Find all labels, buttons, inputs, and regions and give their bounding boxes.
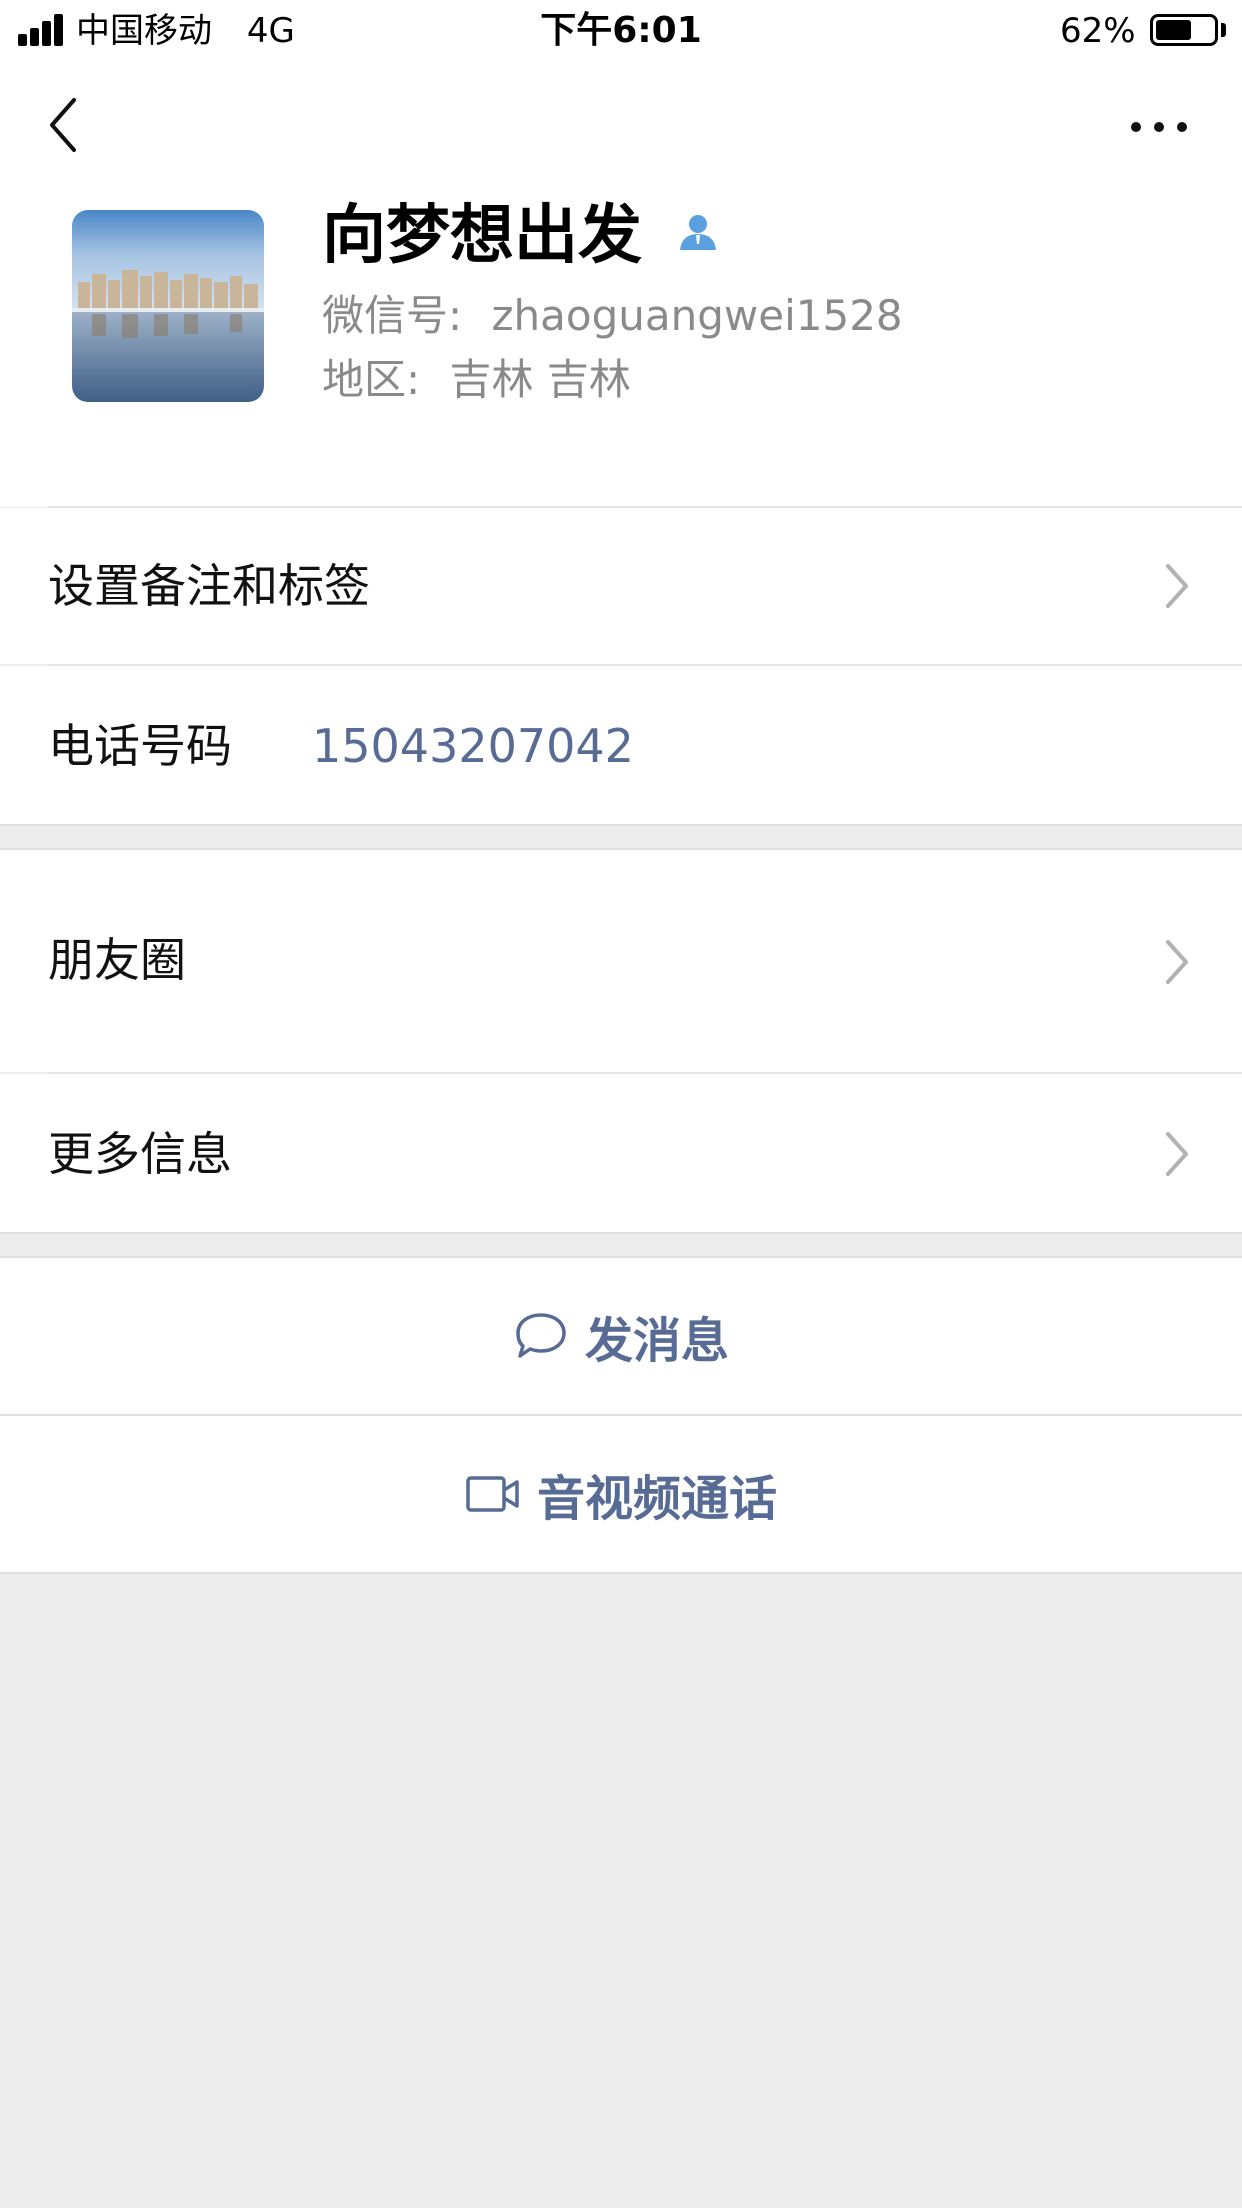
video-call-button[interactable]: 音视频通话 <box>0 1416 1242 1572</box>
more-info-row[interactable]: 更多信息 <box>0 1074 1242 1232</box>
region-line: 地区: 吉林 吉林 <box>322 354 631 406</box>
phone-label: 电话号码 <box>48 719 232 773</box>
chevron-right-icon <box>1166 1132 1188 1176</box>
nav-bar <box>0 62 1242 192</box>
send-message-label: 发消息 <box>584 1313 729 1369</box>
wechat-id-line: 微信号: zhaoguangwei1528 <box>322 290 903 342</box>
chevron-right-icon <box>1166 564 1188 608</box>
more-dots-icon <box>1131 122 1187 132</box>
moments-label: 朋友圈 <box>48 933 186 987</box>
remark-label: 设置备注和标签 <box>48 559 370 613</box>
region-value: 吉林 吉林 <box>449 355 631 404</box>
video-call-label: 音视频通话 <box>536 1471 777 1527</box>
more-info-label: 更多信息 <box>48 1127 232 1181</box>
video-camera-icon <box>466 1476 519 1512</box>
phone-row: 电话号码 15043207042 <box>0 666 1242 824</box>
status-time: 下午6:01 <box>540 10 702 51</box>
phone-number-link[interactable]: 15043207042 <box>312 718 634 774</box>
avatar[interactable] <box>72 210 264 402</box>
battery-icon <box>1150 14 1218 46</box>
status-bar: 中国移动 4G 下午6:01 62% <box>0 0 1242 62</box>
chevron-left-icon <box>50 98 76 152</box>
chevron-right-icon <box>1166 940 1188 984</box>
back-button[interactable] <box>30 90 100 160</box>
wechat-id-value: zhaoguangwei1528 <box>491 291 903 340</box>
more-button[interactable] <box>1122 102 1202 152</box>
profile-name: 向梦想出发 <box>322 196 642 276</box>
region-label: 地区: <box>322 355 421 404</box>
person-icon <box>680 215 716 250</box>
moments-row[interactable]: 朋友圈 <box>0 850 1242 1072</box>
send-message-button[interactable]: 发消息 <box>0 1258 1242 1414</box>
battery-percent: 62% <box>1060 11 1136 51</box>
contact-badge <box>676 210 720 254</box>
profile-name-text: 向梦想出发 <box>322 199 642 273</box>
section-divider <box>0 824 1242 826</box>
section-divider <box>0 1232 1242 1234</box>
divider <box>0 1572 1242 1574</box>
chat-bubble-icon <box>516 1313 566 1358</box>
remark-row[interactable]: 设置备注和标签 <box>0 508 1242 664</box>
battery-cap <box>1221 23 1226 37</box>
wechat-id-label: 微信号: <box>322 291 463 340</box>
